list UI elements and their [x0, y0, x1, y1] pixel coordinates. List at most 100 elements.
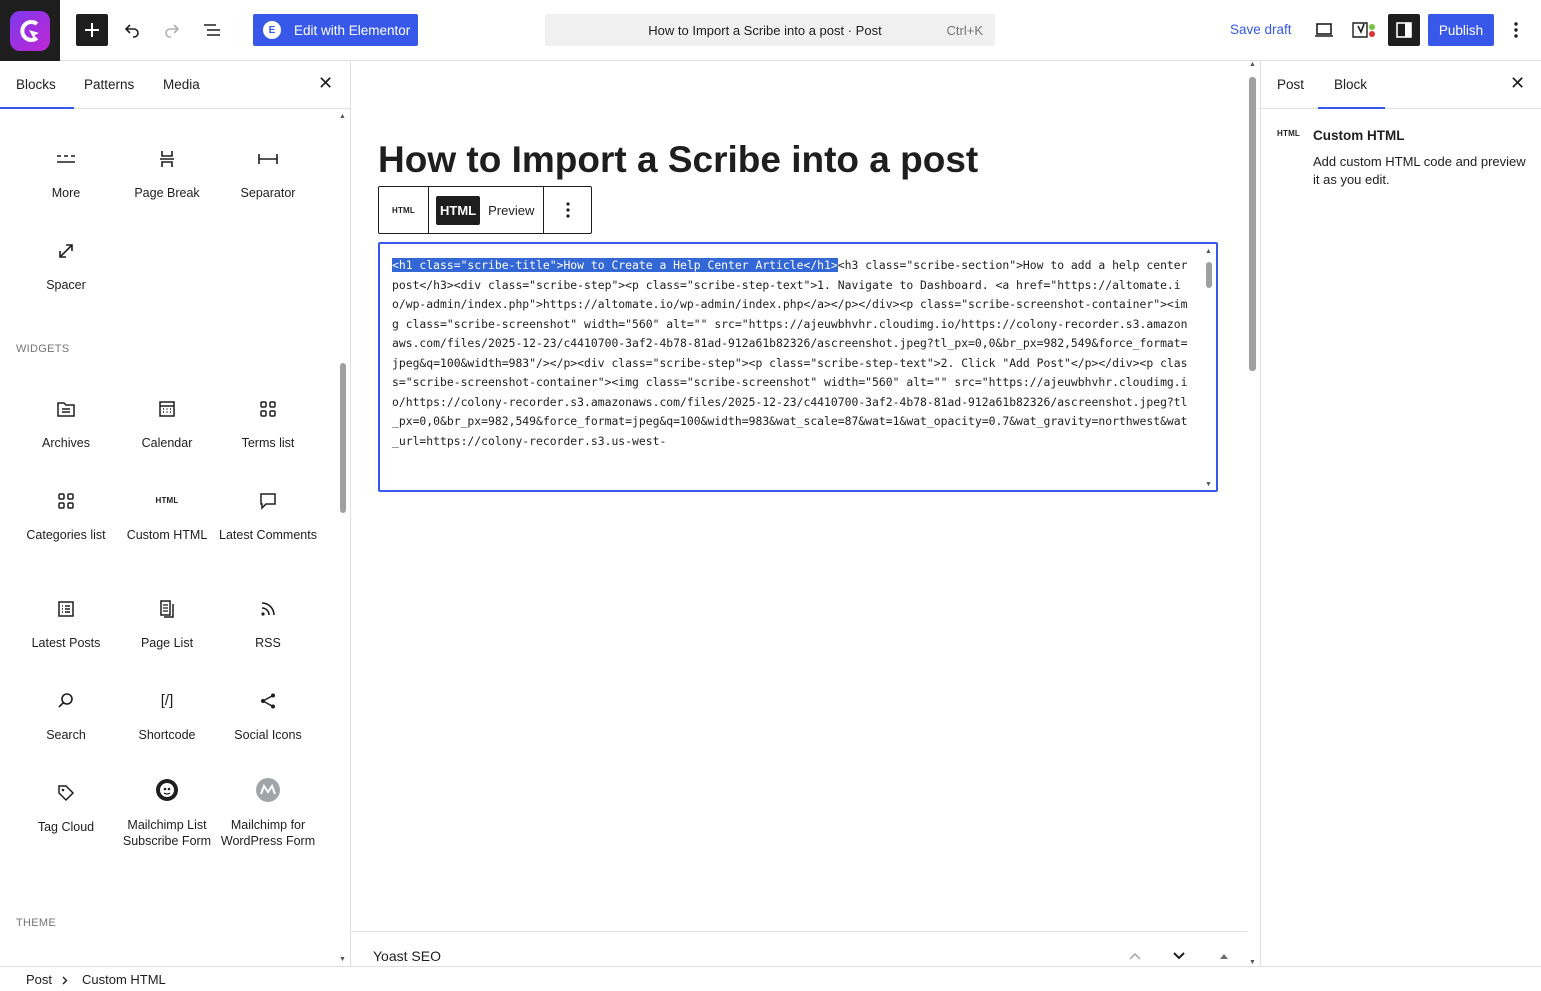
- block-label: Mailchimp List Subscribe Form: [122, 818, 212, 848]
- block-options-button[interactable]: [544, 187, 591, 233]
- scroll-up-icon[interactable]: ▲: [339, 113, 346, 120]
- settings-sidebar-toggle[interactable]: [1388, 14, 1420, 46]
- scroll-up-icon[interactable]: ▲: [1205, 248, 1212, 255]
- html-code-editor[interactable]: <h1 class="scribe-title">How to Create a…: [378, 242, 1218, 492]
- block-mailchimp-wp[interactable]: Mailchimp for WordPress Form: [218, 775, 318, 849]
- breadcrumb-current[interactable]: Custom HTML: [82, 972, 166, 987]
- block-categories-list[interactable]: Categories list: [16, 489, 116, 543]
- block-latest-posts[interactable]: Latest Posts: [16, 597, 116, 651]
- block-label: Spacer: [46, 278, 86, 292]
- more-vertical-icon: [565, 202, 570, 218]
- block-tag-cloud[interactable]: Tag Cloud: [16, 781, 116, 835]
- blocks-list: More Page Break Separator Spacer WIDGETS…: [0, 109, 336, 966]
- post-title[interactable]: How to Import a Scribe into a post: [378, 139, 978, 181]
- command-title: How to Import a Scribe into a post · Pos…: [648, 22, 882, 38]
- options-menu-button[interactable]: [1504, 14, 1528, 46]
- save-draft-button[interactable]: Save draft: [1230, 22, 1292, 37]
- undo-button[interactable]: [118, 14, 146, 46]
- canvas-scrollbar[interactable]: ▲ ▼: [1247, 61, 1259, 966]
- breadcrumb: Post Custom HTML: [0, 966, 1541, 991]
- more-icon: [57, 155, 75, 163]
- block-terms-list[interactable]: Terms list: [218, 397, 318, 451]
- laptop-icon: [1315, 23, 1333, 37]
- block-page-list[interactable]: Page List: [117, 597, 217, 651]
- tab-media[interactable]: Media: [163, 77, 200, 92]
- chevron-down-icon[interactable]: [1172, 951, 1186, 961]
- block-label: Mailchimp for WordPress Form: [220, 818, 316, 848]
- yoast-seo-button[interactable]: [1349, 14, 1379, 46]
- settings-sidebar: Post Block ✕ HTML Custom HTML Add custom…: [1260, 61, 1541, 966]
- block-archives[interactable]: Archives: [16, 397, 116, 451]
- block-inserter-toggle[interactable]: [76, 14, 108, 46]
- block-rss[interactable]: RSS: [218, 597, 318, 651]
- html-icon: HTML: [1277, 129, 1301, 138]
- preview-device-button[interactable]: [1311, 14, 1337, 46]
- tab-block[interactable]: Block: [1317, 77, 1386, 109]
- html-mode-button[interactable]: HTML: [436, 195, 481, 225]
- share-icon: [261, 693, 275, 709]
- block-page-break[interactable]: Page Break: [117, 147, 217, 201]
- pages-icon: [160, 600, 174, 618]
- scroll-down-icon[interactable]: ▼: [1249, 959, 1256, 966]
- redo-button[interactable]: [158, 14, 186, 46]
- chevron-up-icon[interactable]: [1128, 951, 1142, 961]
- scroll-up-icon[interactable]: ▲: [1249, 61, 1256, 68]
- close-settings-icon[interactable]: ✕: [1510, 73, 1525, 94]
- breadcrumb-root[interactable]: Post: [26, 972, 52, 987]
- mc4wp-icon: [256, 778, 280, 802]
- sidebar-icon: [1396, 22, 1412, 38]
- block-more[interactable]: More: [16, 147, 116, 201]
- html-code-text[interactable]: <h1 class="scribe-title">How to Create a…: [392, 256, 1192, 451]
- block-calendar[interactable]: Calendar: [117, 397, 217, 451]
- page-break-icon: [160, 151, 174, 167]
- mailchimp-icon: [156, 779, 178, 801]
- block-inserter-panel: Blocks Patterns Media ✕ More Page Break …: [0, 61, 351, 966]
- block-label: Tag Cloud: [37, 820, 95, 834]
- block-type-button[interactable]: HTML: [379, 187, 429, 233]
- yoast-title: Yoast SEO: [373, 948, 441, 964]
- block-mailchimp-list[interactable]: Mailchimp List Subscribe Form: [117, 775, 217, 849]
- block-label: Page List: [140, 636, 194, 650]
- block-custom-html[interactable]: HTML Custom HTML: [117, 489, 217, 543]
- section-widgets: WIDGETS: [16, 343, 70, 355]
- document-overview-button[interactable]: [198, 14, 226, 46]
- scrollbar-thumb[interactable]: [1249, 77, 1256, 371]
- block-shortcode[interactable]: [/] Shortcode: [117, 689, 217, 743]
- yoast-icon: [1352, 22, 1375, 38]
- scroll-down-icon[interactable]: ▼: [339, 956, 346, 963]
- block-label: Categories list: [26, 528, 106, 542]
- block-latest-comments[interactable]: Latest Comments: [218, 489, 318, 543]
- block-label: Shortcode: [138, 728, 196, 742]
- inserter-scrollbar[interactable]: ▲ ▼: [338, 113, 348, 963]
- preview-mode-button[interactable]: Preview: [488, 203, 534, 218]
- site-logo-button[interactable]: [0, 0, 60, 61]
- block-card-title: Custom HTML: [1313, 128, 1405, 143]
- block-social-icons[interactable]: Social Icons: [218, 689, 318, 743]
- block-search[interactable]: Search: [16, 689, 116, 743]
- command-palette-bar[interactable]: How to Import a Scribe into a post · Pos…: [545, 14, 995, 46]
- tab-patterns[interactable]: Patterns: [84, 77, 134, 92]
- selected-code: <h1 class="scribe-title">How to Create a…: [392, 258, 838, 272]
- rss-icon: [261, 602, 275, 616]
- code-scrollbar[interactable]: ▲ ▼: [1204, 248, 1214, 488]
- inserter-tabs: Blocks Patterns Media ✕: [0, 61, 350, 109]
- html-icon: HTML: [155, 496, 179, 505]
- block-label: Latest Comments: [219, 528, 317, 542]
- block-label: Terms list: [241, 436, 295, 450]
- block-toolbar: HTML HTML Preview: [378, 186, 592, 234]
- tab-blocks[interactable]: Blocks: [0, 77, 74, 109]
- edit-with-elementor-button[interactable]: E Edit with Elementor: [253, 14, 418, 46]
- caret-up-icon[interactable]: [1219, 952, 1229, 960]
- block-spacer[interactable]: Spacer: [16, 239, 116, 293]
- close-inserter-icon[interactable]: ✕: [318, 73, 333, 94]
- scrollbar-thumb[interactable]: [340, 363, 346, 513]
- scrollbar-thumb[interactable]: [1206, 262, 1212, 288]
- tab-post[interactable]: Post: [1277, 77, 1304, 92]
- publish-button[interactable]: Publish: [1428, 14, 1494, 46]
- more-vertical-icon: [1514, 22, 1518, 38]
- block-label: More: [51, 186, 81, 200]
- block-label: Page Break: [134, 186, 200, 200]
- scroll-down-icon[interactable]: ▼: [1205, 481, 1212, 488]
- html-preview-switch: HTML Preview: [429, 187, 544, 233]
- block-separator[interactable]: Separator: [218, 147, 318, 201]
